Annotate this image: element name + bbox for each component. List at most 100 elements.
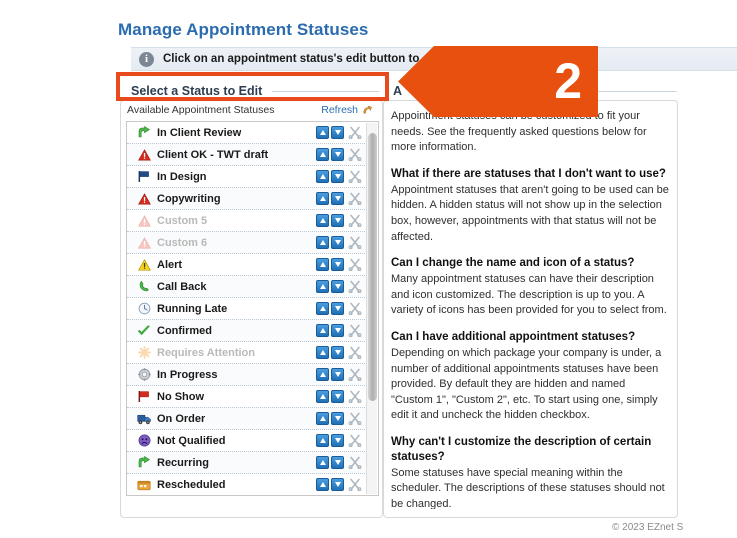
status-row[interactable]: Not Qualified: [127, 430, 367, 452]
status-row-label: Custom 5: [157, 214, 208, 227]
move-up-button[interactable]: [316, 236, 329, 249]
faq-answer: Appointment statuses that aren't going t…: [391, 183, 669, 243]
status-list: In Client Review Client OK - TWT draft In …: [127, 122, 367, 495]
move-down-button[interactable]: [331, 258, 344, 271]
status-row-label: Recurring: [157, 456, 209, 469]
move-up-button[interactable]: [316, 478, 329, 491]
move-down-button[interactable]: [331, 412, 344, 425]
move-up-button[interactable]: [316, 324, 329, 337]
move-up-button[interactable]: [316, 390, 329, 403]
edit-scissors-button[interactable]: [348, 280, 362, 294]
edit-scissors-button[interactable]: [348, 258, 362, 272]
status-row-label: Running Late: [157, 302, 228, 315]
status-row-actions: [316, 236, 365, 250]
status-row[interactable]: In Progress: [127, 364, 367, 386]
status-row[interactable]: Custom 6: [127, 232, 367, 254]
move-down-button[interactable]: [331, 346, 344, 359]
status-row[interactable]: Custom 5: [127, 210, 367, 232]
callout-number: 2: [554, 52, 582, 109]
list-header-bar: Available Appointment Statuses Refresh: [121, 101, 382, 119]
scrollbar-thumb[interactable]: [368, 133, 377, 401]
status-scroll-area[interactable]: In Client Review Client OK - TWT draft In …: [126, 121, 379, 496]
move-up-button[interactable]: [316, 126, 329, 139]
status-row[interactable]: No Show: [127, 386, 367, 408]
move-down-button[interactable]: [331, 280, 344, 293]
edit-scissors-button[interactable]: [348, 192, 362, 206]
list-header-label: Available Appointment Statuses: [127, 104, 275, 116]
move-up-button[interactable]: [316, 214, 329, 227]
edit-scissors-button[interactable]: [348, 324, 362, 338]
status-row-label: Alert: [157, 258, 183, 271]
move-down-button[interactable]: [331, 368, 344, 381]
move-up-button[interactable]: [316, 368, 329, 381]
move-up-button[interactable]: [316, 258, 329, 271]
status-row[interactable]: Requires Attention: [127, 342, 367, 364]
edit-scissors-button[interactable]: [348, 368, 362, 382]
move-down-button[interactable]: [331, 434, 344, 447]
status-row[interactable]: Confirmed: [127, 320, 367, 342]
move-down-button[interactable]: [331, 390, 344, 403]
move-down-button[interactable]: [331, 126, 344, 139]
move-up-button[interactable]: [316, 280, 329, 293]
move-down-button[interactable]: [331, 236, 344, 249]
status-row[interactable]: Rescheduled: [127, 474, 367, 495]
status-row-label: In Client Review: [157, 126, 242, 139]
status-row-label: Custom 6: [157, 236, 208, 249]
move-down-button[interactable]: [331, 478, 344, 491]
status-list-scrollbar[interactable]: [366, 123, 377, 494]
status-row[interactable]: Call Back: [127, 276, 367, 298]
edit-scissors-button[interactable]: [348, 412, 362, 426]
status-row-label: Confirmed: [157, 324, 212, 337]
refresh-icon[interactable]: [362, 104, 375, 116]
move-down-button[interactable]: [331, 192, 344, 205]
red-flag-icon: [133, 390, 155, 403]
status-row[interactable]: Alert: [127, 254, 367, 276]
move-down-button[interactable]: [331, 214, 344, 227]
edit-scissors-button[interactable]: [348, 170, 362, 184]
move-down-button[interactable]: [331, 170, 344, 183]
refresh-link[interactable]: Refresh: [321, 104, 358, 116]
move-down-button[interactable]: [331, 302, 344, 315]
purple-face-icon: [133, 434, 155, 447]
edit-scissors-button[interactable]: [348, 434, 362, 448]
edit-scissors-button[interactable]: [348, 126, 362, 140]
status-row[interactable]: In Client Review: [127, 122, 367, 144]
edit-scissors-button[interactable]: [348, 236, 362, 250]
page-title: Manage Appointment Statuses: [118, 20, 369, 39]
status-row[interactable]: Running Late: [127, 298, 367, 320]
status-row[interactable]: Client OK - TWT draft: [127, 144, 367, 166]
edit-scissors-button[interactable]: [348, 456, 362, 470]
status-row[interactable]: Recurring: [127, 452, 367, 474]
move-up-button[interactable]: [316, 148, 329, 161]
edit-scissors-button[interactable]: [348, 390, 362, 404]
move-down-button[interactable]: [331, 456, 344, 469]
status-row[interactable]: In Design: [127, 166, 367, 188]
edit-scissors-button[interactable]: [348, 302, 362, 316]
list-header-actions: Refresh: [321, 104, 375, 116]
edit-scissors-button[interactable]: [348, 478, 362, 492]
edit-scissors-button[interactable]: [348, 346, 362, 360]
edit-scissors-button[interactable]: [348, 214, 362, 228]
red-warning-icon: [133, 148, 155, 161]
move-up-button[interactable]: [316, 346, 329, 359]
status-row[interactable]: Copywriting: [127, 188, 367, 210]
green-arrow-icon: [133, 456, 155, 469]
move-down-button[interactable]: [331, 148, 344, 161]
faq-answer: Depending on which package your company …: [391, 346, 662, 422]
faded-asterisk-icon: [133, 346, 155, 359]
move-up-button[interactable]: [316, 434, 329, 447]
status-row-actions: [316, 148, 365, 162]
status-row-label: Client OK - TWT draft: [157, 148, 269, 161]
move-down-button[interactable]: [331, 324, 344, 337]
status-row-actions: [316, 126, 365, 140]
move-up-button[interactable]: [316, 456, 329, 469]
status-row[interactable]: On Order: [127, 408, 367, 430]
status-row-label: Requires Attention: [157, 346, 255, 359]
faded-warning-icon: [133, 236, 155, 249]
move-up-button[interactable]: [316, 412, 329, 425]
status-list-panel: Available Appointment Statuses Refresh I…: [120, 100, 383, 518]
move-up-button[interactable]: [316, 192, 329, 205]
move-up-button[interactable]: [316, 302, 329, 315]
edit-scissors-button[interactable]: [348, 148, 362, 162]
move-up-button[interactable]: [316, 170, 329, 183]
